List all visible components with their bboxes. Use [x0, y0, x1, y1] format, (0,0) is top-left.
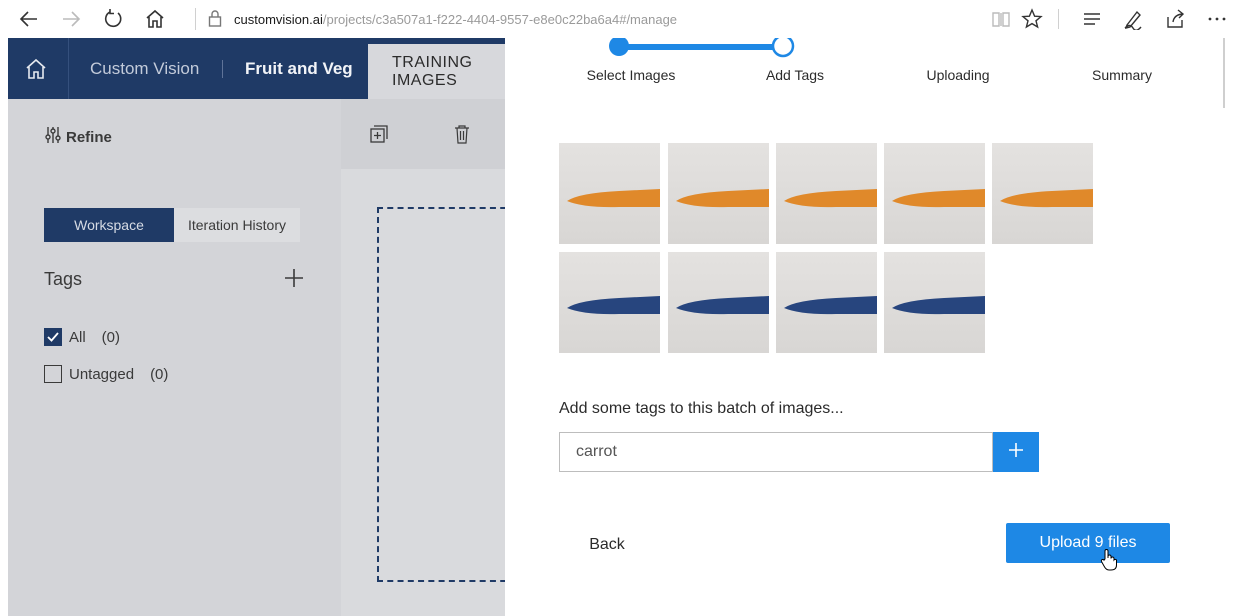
pen-notes-icon[interactable]: [1118, 4, 1148, 34]
image-thumbnail[interactable]: [559, 252, 660, 353]
custom-vision-app: Custom Vision Fruit and Veg TRAINING IMA…: [8, 38, 505, 616]
carrot-shape: [892, 296, 985, 315]
favorite-star-icon[interactable]: [1017, 4, 1047, 34]
carrot-shape: [567, 189, 660, 208]
tag-label: Untagged: [69, 365, 135, 383]
plus-icon: [1008, 442, 1024, 463]
refine-label: Refine: [66, 128, 112, 146]
app-home-icon[interactable]: [24, 57, 48, 86]
checkbox-unchecked-icon[interactable]: [44, 365, 62, 383]
back-button[interactable]: Back: [565, 527, 649, 563]
carrot-shape: [784, 296, 877, 315]
delete-trash-icon[interactable]: [454, 124, 470, 149]
refine-button[interactable]: Refine: [44, 126, 112, 148]
carrot-shape: [892, 189, 985, 208]
image-thumbnail[interactable]: [884, 252, 985, 353]
url-domain: customvision.ai: [234, 11, 323, 27]
image-thumbnail[interactable]: [776, 143, 877, 244]
image-thumbnail[interactable]: [776, 252, 877, 353]
tab-training-images[interactable]: TRAINING IMAGES: [368, 44, 505, 99]
share-icon[interactable]: [1160, 4, 1190, 34]
forward-arrow-icon[interactable]: [56, 4, 86, 34]
tag-row-untagged[interactable]: Untagged (0): [44, 365, 168, 383]
more-options-icon[interactable]: [1202, 4, 1232, 34]
address-bar[interactable]: customvision.ai /projects/c3a507a1-f222-…: [195, 0, 677, 38]
back-arrow-icon[interactable]: [14, 4, 44, 34]
image-thumbnail[interactable]: [559, 143, 660, 244]
tag-count: (0): [101, 328, 121, 346]
url-path: /projects/c3a507a1-f222-4404-9557-e8e0c2…: [322, 11, 678, 27]
image-drop-zone[interactable]: [341, 169, 505, 616]
browser-toolbar: customvision.ai /projects/c3a507a1-f222-…: [0, 0, 1251, 38]
carrot-shape: [567, 296, 660, 315]
brand-name[interactable]: Custom Vision: [90, 38, 199, 99]
reading-view-icon[interactable]: [986, 4, 1016, 34]
step-progress-bar: [609, 38, 795, 58]
lock-icon: [208, 9, 222, 30]
iteration-history-toggle[interactable]: Iteration History: [174, 208, 300, 242]
step-summary: Summary: [1092, 67, 1152, 83]
home-icon[interactable]: [140, 4, 170, 34]
carrot-shape: [676, 189, 769, 208]
workspace-toggle[interactable]: Workspace: [44, 208, 174, 242]
carrot-shape: [1000, 189, 1093, 208]
image-toolbar: [341, 99, 505, 169]
image-thumbnail[interactable]: [668, 252, 769, 353]
hub-menu-icon[interactable]: [1077, 4, 1107, 34]
image-thumbnail[interactable]: [884, 143, 985, 244]
tags-title: Tags: [44, 269, 83, 289]
image-thumbnail[interactable]: [668, 143, 769, 244]
step-uploading: Uploading: [926, 67, 990, 83]
checkbox-checked-icon[interactable]: [44, 328, 62, 346]
filter-sliders-icon: [44, 126, 62, 148]
add-tag-button[interactable]: [993, 432, 1039, 472]
step-add-tags: Add Tags: [765, 67, 825, 83]
app-body: Refine Workspace Iteration History Tags …: [8, 99, 505, 616]
upload-files-button[interactable]: Upload 9 files: [1006, 523, 1170, 563]
hand-cursor-icon: [1100, 548, 1118, 577]
image-thumbnail[interactable]: [992, 143, 1093, 244]
panel-scrollbar[interactable]: [1225, 38, 1251, 616]
tags-prompt: Add some tags to this batch of images...: [559, 400, 844, 417]
add-tag-plus-icon[interactable]: [283, 267, 305, 294]
refresh-icon[interactable]: [98, 4, 128, 34]
step-select-images: Select Images: [586, 67, 676, 83]
tag-count: (0): [150, 365, 169, 383]
carrot-shape: [676, 296, 769, 315]
tag-row-all[interactable]: All (0): [44, 328, 120, 346]
add-images-icon[interactable]: [369, 124, 389, 149]
app-sidebar: Refine Workspace Iteration History Tags …: [8, 99, 341, 616]
scroll-thumb[interactable]: [1223, 38, 1225, 108]
carrot-shape: [784, 189, 877, 208]
tag-input[interactable]: [559, 432, 993, 472]
tag-label: All: [69, 328, 86, 346]
project-name[interactable]: Fruit and Veg: [245, 38, 353, 99]
